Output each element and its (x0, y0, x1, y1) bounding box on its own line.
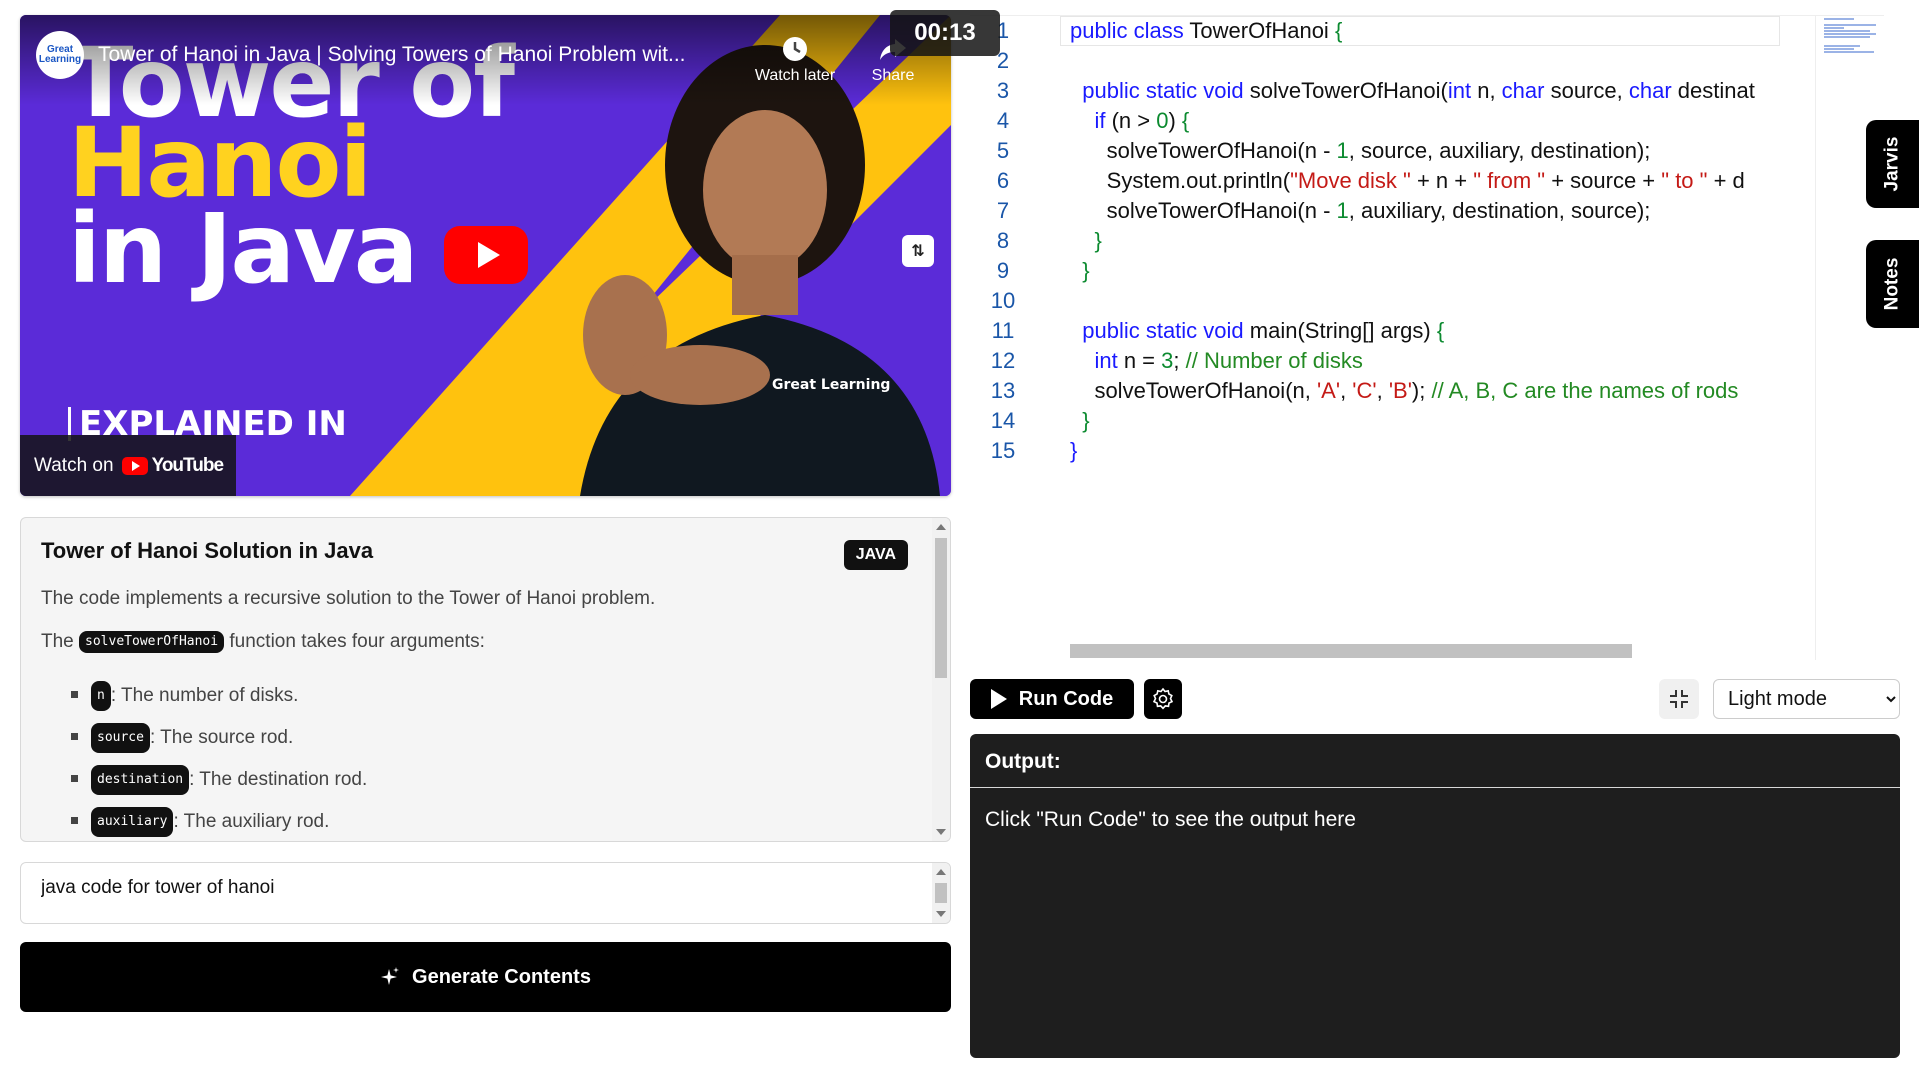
line-number: 5 (996, 138, 1010, 163)
description-scrollbar[interactable] (932, 518, 950, 841)
scroll-up-arrow-icon[interactable] (936, 524, 946, 530)
args-prefix: The (41, 630, 74, 652)
list-item: auxiliary: The auxiliary rod. (41, 807, 921, 841)
share-label: Share (871, 67, 915, 84)
channel-logo-text: Great Learning (38, 44, 82, 65)
run-code-label: Run Code (1018, 687, 1114, 710)
jarvis-tab-label: Jarvis (1881, 136, 1903, 192)
editor-minimap[interactable] (1815, 16, 1884, 660)
clock-icon (783, 37, 807, 61)
arg-name-pill: n (91, 681, 111, 712)
video-timer: 00:13 (890, 10, 1000, 56)
line-number: 11 (991, 318, 1015, 343)
scrollbar-thumb[interactable] (935, 883, 947, 903)
line-number: 13 (990, 378, 1016, 403)
list-item: destination: The destination rod. (41, 765, 921, 807)
prompt-box: java code for tower of hanoi (20, 862, 951, 924)
args-suffix: function takes four arguments: (229, 630, 485, 652)
video-title[interactable]: Tower of Hanoi in Java | Solving Towers … (98, 43, 686, 67)
code-line[interactable]: 1 public class TowerOfHanoi { (970, 16, 1870, 46)
generate-contents-label: Generate Contents (412, 965, 591, 988)
watch-later-button[interactable]: Watch later (745, 33, 845, 85)
output-panel: Output: Click "Run Code" to see the outp… (970, 734, 1900, 1058)
line-number: 9 (996, 258, 1010, 283)
line-number: 3 (996, 78, 1010, 103)
description-intro: The code implements a recursive solution… (41, 588, 656, 609)
arguments-list: n: The number of disks. source: The sour… (41, 681, 921, 841)
code-line[interactable]: 10 (970, 286, 1870, 316)
line-number: 8 (996, 228, 1010, 253)
scroll-up-arrow-icon[interactable] (936, 869, 946, 875)
function-name-pill: solveTowerOfHanoi (79, 630, 225, 653)
prompt-scrollbar[interactable] (932, 863, 950, 923)
youtube-play-icon (121, 456, 148, 475)
code-line[interactable]: 9 } (970, 256, 1870, 286)
video-player[interactable]: Great Learning Tower of Hanoi in Java EX… (20, 15, 951, 496)
scrollbar-thumb[interactable] (935, 538, 947, 678)
line-number: 14 (990, 408, 1016, 433)
code-line[interactable]: 3 public static void solveTowerOfHanoi(i… (970, 76, 1870, 106)
gear-icon (1152, 687, 1174, 710)
run-code-button[interactable]: Run Code (970, 679, 1134, 719)
thumbnail-heading-line3: in Java (68, 193, 419, 305)
code-line[interactable]: 5 solveTowerOfHanoi(n - 1, source, auxil… (970, 136, 1870, 166)
generate-contents-button[interactable]: Generate Contents (20, 942, 951, 1012)
notes-tab[interactable]: Notes (1866, 240, 1919, 328)
code-line[interactable]: 2 (970, 46, 1870, 76)
code-line[interactable]: 6 System.out.println("Move disk " + n + … (970, 166, 1870, 196)
channel-logo[interactable]: Great Learning (36, 31, 84, 79)
arg-description: : The destination rod. (189, 769, 368, 791)
list-item: source: The source rod. (41, 723, 921, 765)
line-number: 10 (990, 288, 1016, 313)
minimize-icon (1670, 690, 1688, 708)
arg-description: : The source rod. (149, 727, 294, 749)
editor-horizontal-scrollbar[interactable] (1070, 644, 1632, 658)
play-button[interactable] (444, 226, 528, 284)
language-badge: JAVA (843, 540, 908, 570)
description-title: Tower of Hanoi Solution in Java (41, 538, 374, 563)
arg-name-pill: destination (91, 765, 190, 796)
code-line[interactable]: 14 } (970, 406, 1870, 436)
code-line[interactable]: 4 if (n > 0) { (970, 106, 1870, 136)
scroll-down-arrow-icon[interactable] (936, 829, 946, 835)
code-line[interactable]: 7 solveTowerOfHanoi(n - 1, auxiliary, de… (970, 196, 1870, 226)
line-number: 15 (990, 438, 1016, 463)
code-line[interactable]: 15} (970, 436, 1870, 466)
shirt-logo: Great Learning (772, 377, 890, 393)
code-line[interactable]: 12 int n = 3; // Number of disks (970, 346, 1870, 376)
settings-button[interactable] (1144, 679, 1182, 719)
description-args-line: The solveTowerOfHanoi function takes fou… (41, 629, 921, 656)
scroll-down-arrow-icon[interactable] (936, 911, 946, 917)
arg-name-pill: auxiliary (91, 807, 174, 838)
line-number: 7 (996, 198, 1010, 223)
arg-description: : The number of disks. (110, 685, 299, 707)
sparkle-icon (381, 967, 400, 985)
line-number: 4 (996, 108, 1010, 133)
code-editor[interactable]: 1 public class TowerOfHanoi { 2 3 public … (970, 15, 1884, 660)
arg-name-pill: source (91, 723, 150, 754)
arg-description: : The auxiliary rod. (173, 811, 330, 833)
watch-on-youtube-link[interactable]: Watch on YouTube (20, 435, 236, 496)
notes-tab-label: Notes (1881, 257, 1903, 311)
code-line[interactable]: 11 public static void main(String[] args… (970, 316, 1870, 346)
list-item: n: The number of disks. (41, 681, 921, 723)
line-number: 6 (996, 168, 1010, 193)
watch-later-label: Watch later (754, 67, 836, 84)
play-icon (990, 689, 1007, 709)
description-panel[interactable]: Tower of Hanoi Solution in Java The code… (20, 517, 951, 842)
line-number: 12 (990, 348, 1016, 373)
prompt-input[interactable]: java code for tower of hanoi (41, 877, 921, 913)
code-line[interactable]: 13 solveTowerOfHanoi(n, 'A', 'C', 'B'); … (970, 376, 1870, 406)
theme-select[interactable]: Light mode (1713, 679, 1900, 719)
youtube-label: YouTube (151, 454, 224, 476)
collapse-button[interactable] (1659, 679, 1699, 719)
youtube-logo: YouTube (121, 454, 224, 477)
output-placeholder: Click "Run Code" to see the output here (985, 808, 1356, 831)
swap-icon[interactable]: ⇅ (902, 235, 934, 267)
output-header: Output: (970, 734, 1900, 788)
jarvis-tab[interactable]: Jarvis (1866, 120, 1919, 208)
code-line[interactable]: 8 } (970, 226, 1870, 256)
watch-on-label: Watch on (34, 454, 114, 476)
